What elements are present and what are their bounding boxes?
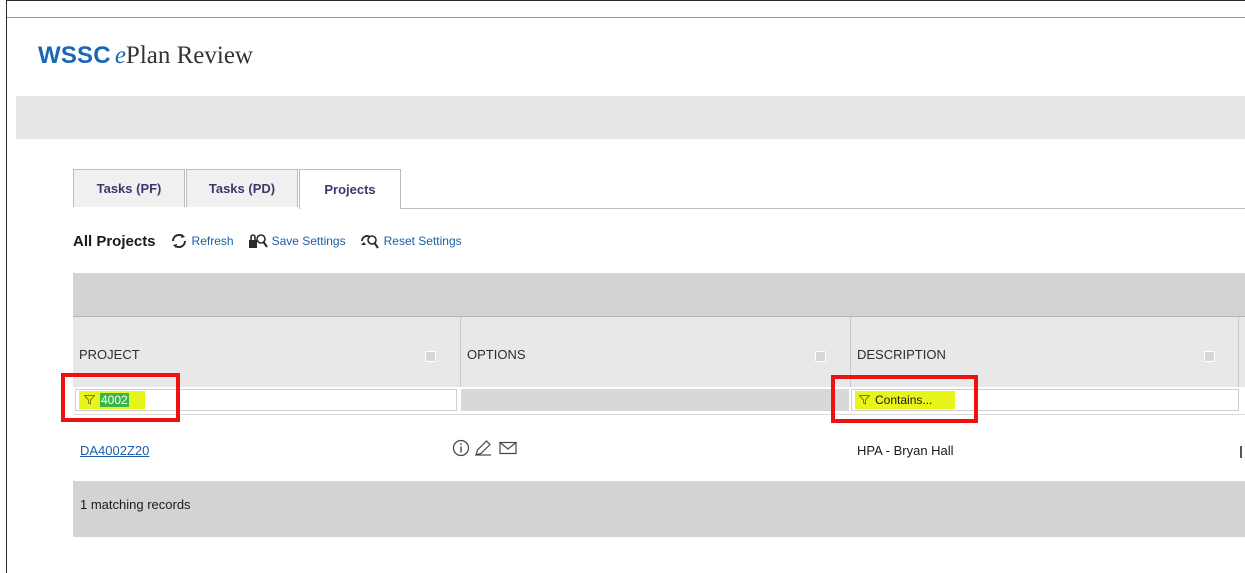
toolbar: All Projects Refresh Save Settings Reset… — [73, 229, 476, 253]
tab-projects[interactable]: Projects — [299, 169, 401, 209]
logo-e: e — [114, 42, 126, 69]
logo-title: Plan Review — [125, 42, 253, 69]
grid-group-bar — [73, 273, 1245, 316]
column-menu-icon-options[interactable] — [815, 351, 826, 362]
save-settings-button[interactable]: Save Settings — [248, 233, 346, 249]
matching-records-count: 1 matching records — [80, 497, 191, 512]
grid-footer: 1 matching records — [73, 481, 1245, 537]
column-label-description: DESCRIPTION — [857, 347, 946, 362]
lock-search-icon — [248, 234, 268, 248]
project-link[interactable]: DA4002Z20 — [80, 443, 149, 458]
reset-search-icon — [360, 235, 379, 249]
annotation-box-project-filter — [61, 373, 180, 422]
refresh-label: Refresh — [191, 234, 234, 248]
tab-bar: Tasks (PF) Tasks (PD) Projects — [73, 169, 402, 209]
column-menu-icon-project[interactable] — [425, 351, 436, 362]
logo-brand: WSSC — [38, 42, 111, 69]
reset-settings-label: Reset Settings — [383, 234, 462, 248]
tab-tasks-pd[interactable]: Tasks (PD) — [186, 169, 298, 207]
options-filter-cell — [461, 389, 849, 411]
row-description: HPA - Bryan Hall — [857, 443, 954, 458]
grid-header: PROJECT OPTIONS DESCRIPTION — [73, 316, 1245, 387]
refresh-button[interactable]: Refresh — [170, 233, 234, 249]
column-label-project: PROJECT — [79, 347, 140, 362]
top-divider — [7, 17, 1245, 18]
header-bar — [16, 96, 1245, 139]
tab-tasks-pf[interactable]: Tasks (PF) — [73, 169, 185, 207]
row-options — [452, 439, 518, 457]
edit-icon[interactable] — [474, 439, 494, 457]
refresh-icon — [171, 233, 186, 249]
column-header-options[interactable]: OPTIONS — [461, 317, 851, 387]
column-menu-icon-description[interactable] — [1204, 351, 1215, 362]
clipped-column-edge — [1240, 446, 1242, 458]
page-title: All Projects — [73, 232, 156, 250]
mail-icon[interactable] — [498, 439, 518, 457]
table-row: DA4002Z20 HPA - Bryan Hall — [73, 415, 1245, 481]
reset-settings-button[interactable]: Reset Settings — [360, 233, 462, 249]
column-label-options: OPTIONS — [467, 347, 526, 362]
annotation-box-description-filter — [831, 375, 978, 423]
save-settings-label: Save Settings — [271, 234, 346, 248]
tab-underline — [400, 208, 1245, 209]
info-icon[interactable] — [452, 439, 470, 457]
app-logo: WSSC e Plan Review — [38, 42, 253, 72]
filter-row: 4002 Contains... — [73, 387, 1245, 415]
